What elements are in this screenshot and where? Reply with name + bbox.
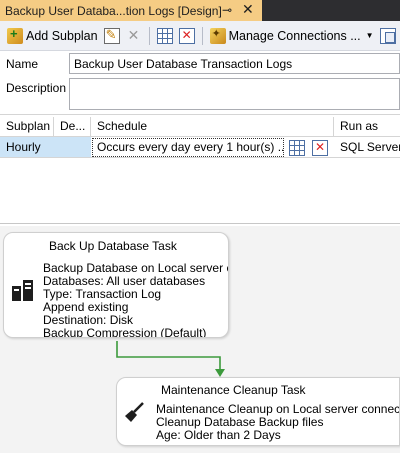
delete-icon xyxy=(126,27,142,44)
column-header-description[interactable]: De... xyxy=(54,117,91,136)
schedule-cell[interactable]: Occurs every day every 1 hour(s) ... xyxy=(92,138,284,157)
backup-icon xyxy=(12,280,33,301)
toolbar-separator xyxy=(148,26,150,45)
reporting-icon xyxy=(379,27,396,44)
document-tab[interactable]: Backup User Databa...tion Logs [Design] … xyxy=(0,0,262,21)
column-header-subplan[interactable]: Subplan xyxy=(0,117,54,136)
add-subplan-icon xyxy=(7,26,23,44)
description-cell[interactable] xyxy=(54,137,91,157)
pin-icon[interactable]: ⊸ xyxy=(222,3,232,17)
add-subplan-label: Add Subplan xyxy=(26,28,98,43)
document-tab-strip: Backup User Databa...tion Logs [Design] … xyxy=(0,0,400,21)
subplan-properties-button[interactable] xyxy=(101,25,123,47)
name-label: Name xyxy=(6,57,39,71)
task-detail-line: Backup Compression (Default) xyxy=(43,326,207,338)
manage-connections-label: Manage Connections ... xyxy=(228,28,361,43)
toolbar: Add Subplan Manage Connections ... ▼ xyxy=(0,21,400,51)
description-field[interactable] xyxy=(69,78,400,110)
toolbar-separator xyxy=(201,26,203,45)
name-field[interactable] xyxy=(69,53,400,74)
subplan-cell[interactable]: Hourly xyxy=(0,137,54,157)
maintenance-cleanup-task[interactable]: Maintenance Cleanup Task Maintenance Cle… xyxy=(116,377,400,446)
broom-icon xyxy=(125,402,144,422)
calendar-icon xyxy=(289,139,305,156)
task-title: Maintenance Cleanup Task xyxy=(161,383,306,397)
chevron-down-icon[interactable]: ▼ xyxy=(366,31,374,40)
document-tab-title: Backup User Databa...tion Logs [Design] xyxy=(5,3,222,18)
remove-schedule-icon xyxy=(178,27,195,44)
table-row[interactable]: Hourly Occurs every day every 1 hour(s) … xyxy=(0,136,400,158)
run-as-cell[interactable]: SQL Server A xyxy=(334,137,400,157)
subplan-grid: Subplan De... Schedule Run as Hourly Occ… xyxy=(0,114,400,226)
remove-schedule-button[interactable] xyxy=(176,25,198,47)
plan-properties-form: Name Description xyxy=(0,51,400,114)
subplan-schedule-button[interactable] xyxy=(154,25,176,47)
add-subplan-button[interactable]: Add Subplan xyxy=(4,25,101,47)
backup-database-task[interactable]: Back Up Database Task Backup Database on… xyxy=(3,232,229,338)
delete-subplan-button[interactable] xyxy=(123,25,145,47)
remove-schedule-icon xyxy=(312,139,328,156)
properties-icon xyxy=(103,27,120,44)
calendar-icon xyxy=(156,27,173,44)
manage-connections-button[interactable]: Manage Connections ... ▼ xyxy=(207,25,377,47)
reporting-logging-button[interactable] xyxy=(377,25,399,47)
edit-schedule-button[interactable] xyxy=(286,138,308,157)
task-detail-line: Age: Older than 2 Days xyxy=(156,428,281,442)
column-header-run-as[interactable]: Run as xyxy=(334,117,400,136)
connections-icon xyxy=(209,27,226,44)
task-title: Back Up Database Task xyxy=(49,239,177,253)
grid-divider xyxy=(0,223,400,224)
description-label: Description xyxy=(6,81,67,95)
remove-schedule-cell-button[interactable] xyxy=(309,138,331,157)
designer-surface[interactable]: Back Up Database Task Backup Database on… xyxy=(0,226,400,453)
column-header-schedule[interactable]: Schedule xyxy=(91,117,334,136)
close-tab-icon[interactable]: ✕ xyxy=(242,1,254,18)
